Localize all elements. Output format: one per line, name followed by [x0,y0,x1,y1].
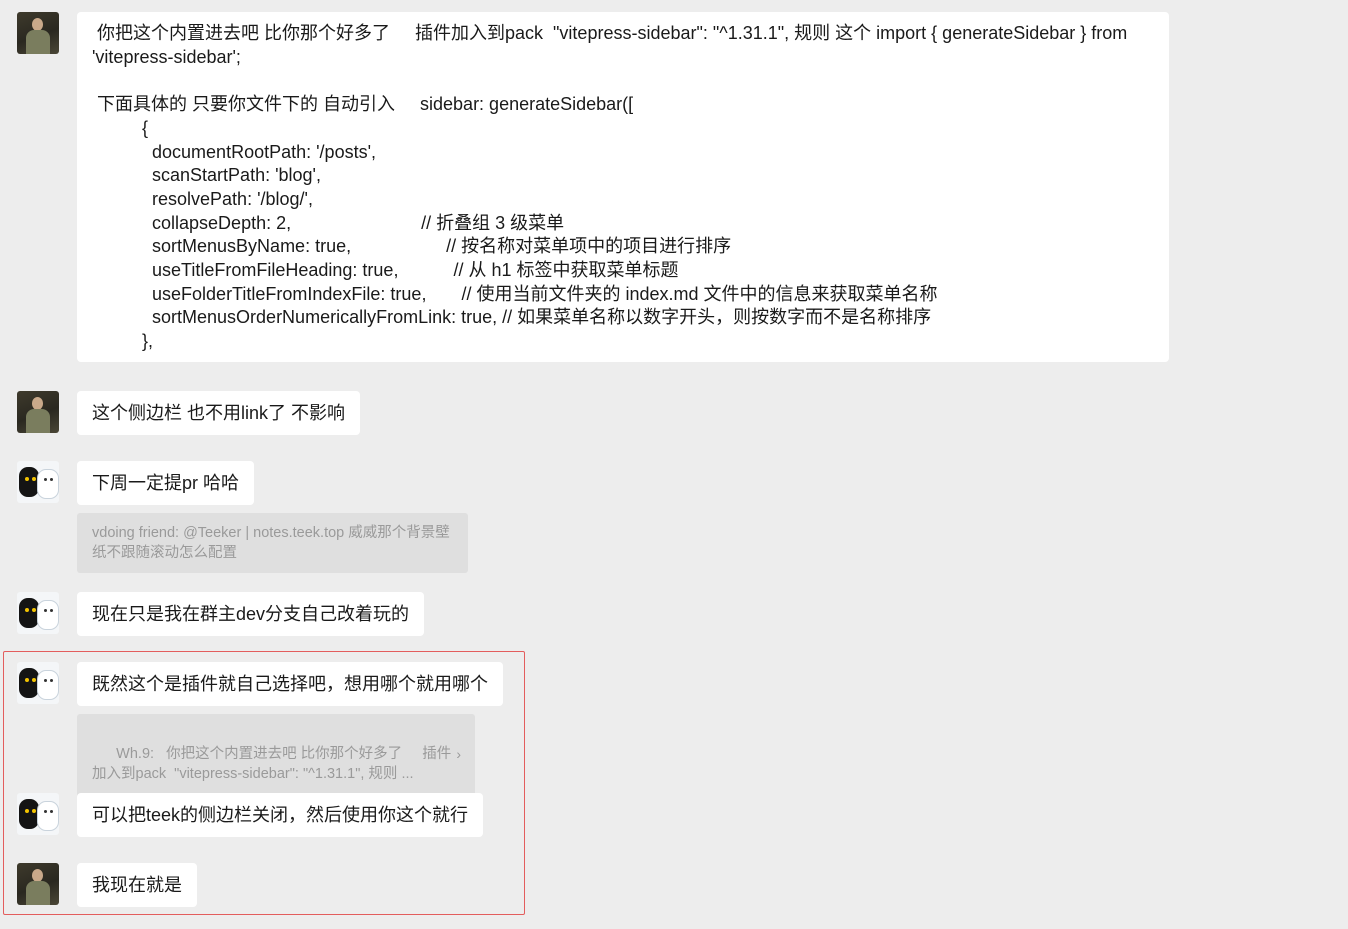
message-bubble[interactable]: 下周一定提pr 哈哈 [77,461,255,505]
avatar[interactable] [17,461,59,503]
message-bubble[interactable]: 这个侧边栏 也不用link了 不影响 [77,391,361,435]
message-4: 现在只是我在群主dev分支自己改着玩的 [17,592,425,636]
avatar[interactable] [17,12,59,54]
selection-highlight-box [3,651,525,915]
message-bubble[interactable]: 现在只是我在群主dev分支自己改着玩的 [77,592,425,636]
message-2: 这个侧边栏 也不用link了 不影响 [17,391,361,435]
quoted-message[interactable]: vdoing friend: @Teeker | notes.teek.top … [77,513,468,573]
avatar[interactable] [17,592,59,634]
message-bubble[interactable]: 你把这个内置进去吧 比你那个好多了 插件加入到pack "vitepress-s… [77,12,1169,362]
message-1: 你把这个内置进去吧 比你那个好多了 插件加入到pack "vitepress-s… [17,12,1169,362]
avatar[interactable] [17,391,59,433]
message-3: 下周一定提pr 哈哈 vdoing friend: @Teeker | note… [17,461,468,573]
